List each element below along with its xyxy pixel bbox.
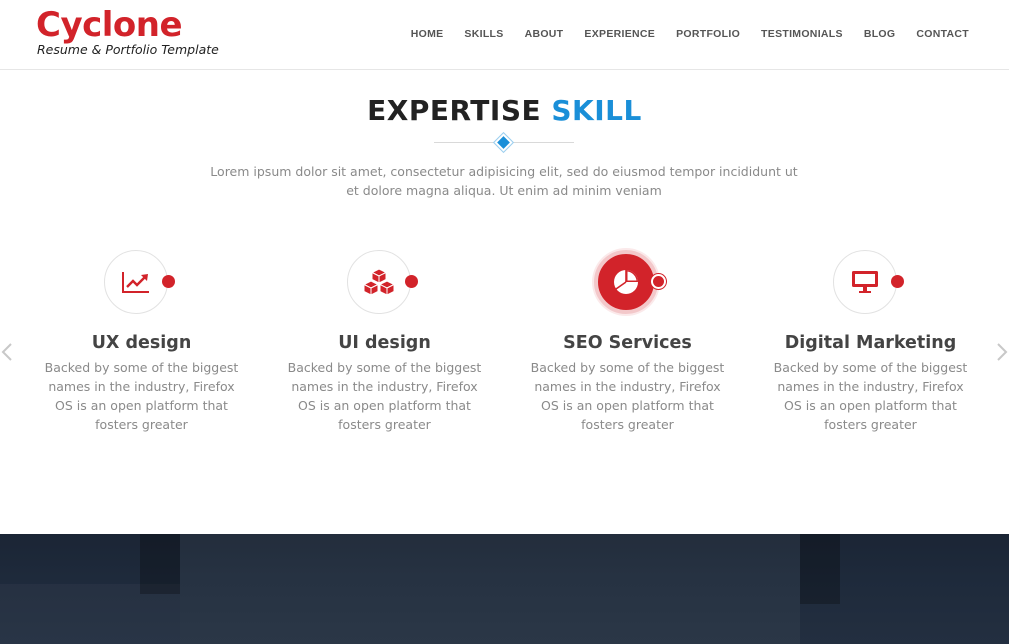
nav-skills[interactable]: SKILLS xyxy=(464,27,503,41)
main-nav: HOME SKILLS ABOUT EXPERIENCE PORTFOLIO T… xyxy=(390,27,969,41)
skill-dot xyxy=(405,275,418,288)
cubes-icon xyxy=(363,268,395,296)
pie-chart-icon xyxy=(614,270,638,294)
skill-dot xyxy=(162,275,175,288)
carousel-prev-arrow[interactable] xyxy=(0,342,16,362)
next-section-background xyxy=(0,534,1009,644)
monitor-icon xyxy=(852,271,878,293)
logo-title: Cyclone xyxy=(36,5,183,45)
nav-testimonials[interactable]: TESTIMONIALS xyxy=(761,27,843,41)
skill-icon-badge xyxy=(347,250,411,314)
nav-contact[interactable]: CONTACT xyxy=(916,27,969,41)
logo-tagline: Resume & Portfolio Template xyxy=(37,42,219,57)
section-title: EXPERTISE SKILL xyxy=(0,94,1009,128)
site-header: Cyclone Resume & Portfolio Template HOME… xyxy=(0,0,1009,70)
skill-title: UI design xyxy=(338,333,431,353)
chevron-left-icon xyxy=(1,343,12,361)
skill-description: Backed by some of the biggest names in t… xyxy=(287,360,482,432)
section-description: Lorem ipsum dolor sit amet, consectetur … xyxy=(210,164,798,198)
logo[interactable]: Cyclone Resume & Portfolio Template xyxy=(36,6,219,57)
nav-blog[interactable]: BLOG xyxy=(864,27,896,41)
skill-description: Backed by some of the biggest names in t… xyxy=(44,360,239,432)
skill-description: Backed by some of the biggest names in t… xyxy=(773,360,968,432)
trend-chart-icon xyxy=(122,272,149,293)
skill-icon-badge xyxy=(104,250,168,314)
skill-title: SEO Services xyxy=(563,333,692,353)
nav-home[interactable]: HOME xyxy=(411,27,444,41)
diamond-icon xyxy=(494,133,513,152)
skill-dot xyxy=(891,275,904,288)
skill-icon-badge-active xyxy=(594,250,658,314)
carousel-next-arrow[interactable] xyxy=(993,342,1009,362)
section-title-accent: SKILL xyxy=(551,94,642,127)
section-title-primary: EXPERTISE xyxy=(367,94,542,127)
nav-portfolio[interactable]: PORTFOLIO xyxy=(676,27,740,41)
skill-dot xyxy=(651,274,666,289)
nav-about[interactable]: ABOUT xyxy=(525,27,564,41)
chevron-right-icon xyxy=(997,343,1008,361)
skill-icon-badge xyxy=(833,250,897,314)
nav-experience[interactable]: EXPERIENCE xyxy=(584,27,655,41)
skill-description: Backed by some of the biggest names in t… xyxy=(530,360,725,432)
skill-title: UX design xyxy=(91,333,192,353)
skill-title: Digital Marketing xyxy=(784,333,957,353)
